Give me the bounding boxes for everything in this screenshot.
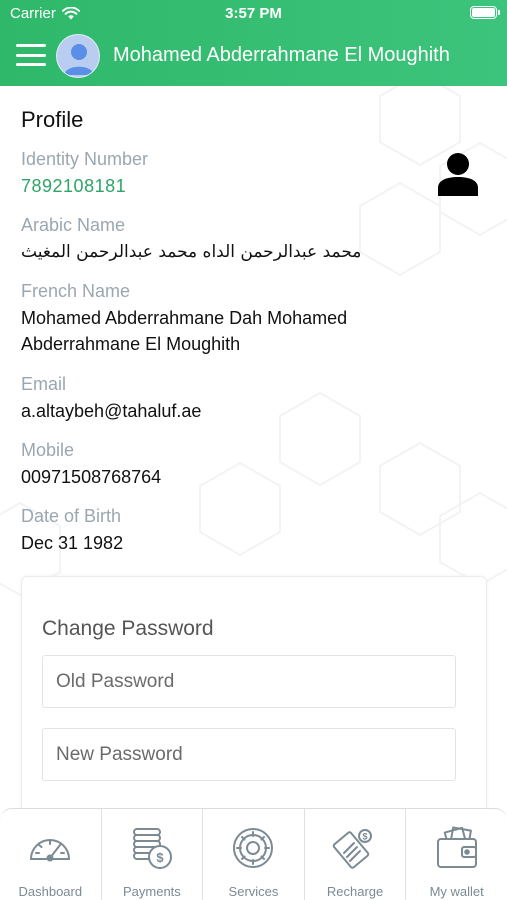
- page-title: Profile: [21, 107, 84, 132]
- identity-number-label: Identity Number: [21, 149, 149, 169]
- profile-content[interactable]: Profile Identity Number 7892108181 Arabi…: [0, 86, 507, 808]
- french-name-value-line2: Abderrahmane El Moughith: [21, 334, 241, 354]
- tab-dashboard[interactable]: Dashboard: [0, 809, 102, 900]
- tab-payments[interactable]: $ Payments: [102, 809, 204, 900]
- tab-dashboard-label: Dashboard: [18, 884, 83, 899]
- svg-text:$: $: [156, 850, 164, 865]
- status-bar: Carrier 3:57 PM: [0, 0, 507, 28]
- recharge-card-icon: $: [332, 829, 373, 869]
- tab-my-wallet[interactable]: My wallet: [406, 809, 507, 900]
- avatar[interactable]: [56, 34, 100, 78]
- app-header: Carrier 3:57 PM Mohamed Abderrahmane El …: [0, 0, 507, 86]
- arabic-name-field: Arabic Name محمد عبدالرحمن الداه محمد عب…: [21, 214, 361, 265]
- mobile-label: Mobile: [21, 440, 75, 460]
- change-password-title: Change Password: [42, 617, 214, 640]
- tab-services[interactable]: Services: [203, 809, 305, 900]
- person-icon: [438, 153, 478, 196]
- mobile-value: 00971508768764: [21, 467, 162, 487]
- tab-payments-label: Payments: [122, 884, 181, 899]
- old-password-input[interactable]: [42, 655, 456, 708]
- arabic-name-label: Arabic Name: [21, 215, 126, 235]
- change-password-card: Change Password: [21, 576, 487, 808]
- identity-number-value: 7892108181: [21, 176, 127, 196]
- tab-services-label: Services: [228, 884, 279, 899]
- date-of-birth-label: Date of Birth: [21, 506, 122, 526]
- french-name-value-line1: Mohamed Abderrahmane Dah Mohamed: [21, 308, 348, 328]
- email-label: Email: [21, 374, 67, 394]
- date-of-birth-field: Date of Birth Dec 31 1982: [21, 505, 123, 556]
- french-name-field: French Name Mohamed Abderrahmane Dah Moh…: [21, 280, 347, 357]
- date-of-birth-value: Dec 31 1982: [21, 533, 124, 553]
- status-time: 3:57 PM: [225, 5, 282, 22]
- new-password-input[interactable]: [42, 728, 456, 781]
- tab-my-wallet-label: My wallet: [429, 884, 484, 899]
- french-name-label: French Name: [21, 281, 131, 301]
- email-value: a.altaybeh@tahaluf.ae: [21, 401, 202, 421]
- gear-icon: [233, 828, 274, 868]
- tab-recharge[interactable]: $ Recharge: [305, 809, 407, 900]
- mobile-field: Mobile 00971508768764: [21, 439, 161, 490]
- svg-text:$: $: [363, 832, 368, 842]
- identity-number-field: Identity Number 7892108181: [21, 148, 148, 199]
- coins-icon: $: [132, 828, 172, 869]
- bottom-tab-bar: Dashboard $ Payments Services $ Recharge…: [0, 808, 507, 900]
- user-avatar-icon: [64, 44, 94, 75]
- arabic-name-value: محمد عبدالرحمن الداه محمد عبدالرحمن المغ…: [21, 242, 362, 262]
- hamburger-menu-button[interactable]: [16, 44, 46, 66]
- header-user-name: Mohamed Abderrahmane El Moughith: [113, 44, 450, 66]
- tab-recharge-label: Recharge: [326, 884, 384, 899]
- email-field: Email a.altaybeh@tahaluf.ae: [21, 373, 201, 424]
- speedometer-icon: [30, 839, 71, 862]
- wallet-icon: [436, 826, 477, 868]
- battery-icon: [470, 6, 500, 19]
